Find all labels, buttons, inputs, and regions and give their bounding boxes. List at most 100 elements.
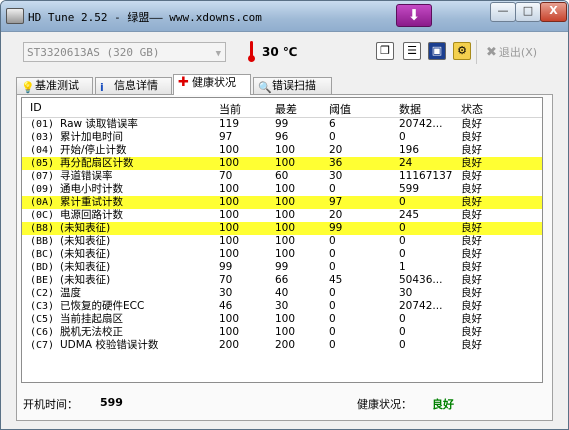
cell-data: 1 [399, 261, 406, 273]
cell-current: 100 [219, 196, 240, 208]
table-row[interactable]: (01) Raw 读取错误率 119 99 6 20742... 良好 [22, 118, 542, 131]
cell-current: 100 [219, 222, 240, 234]
down-arrow-icon: ⬇ [407, 6, 421, 24]
cell-name: 开始/停止计数 [60, 144, 127, 156]
table-row[interactable]: (C3) 已恢复的硬件ECC 46 30 0 20742... 良好 [22, 300, 542, 313]
cell-name: (未知表征) [60, 222, 111, 234]
minimize-button[interactable]: — [490, 2, 516, 22]
thermometer-icon [248, 41, 255, 63]
table-row[interactable]: (BE) (未知表征) 70 66 45 50436... 良好 [22, 274, 542, 287]
toolbar: ST3320613AS (320 GB) ▼ 30 ℃ ❐ ☰ ▣ ⚙ ✖ 退出(… [1, 32, 568, 72]
exit-button[interactable]: ✖ 退出(X) [486, 44, 537, 60]
cell-current: 100 [219, 209, 240, 221]
tab-error-scan[interactable]: 🔍 错误扫描 [253, 77, 332, 94]
title-bar[interactable]: HD Tune 2.52 - 绿盟—— www.xdowns.com ⬇ — □… [1, 1, 568, 32]
tab-label: 基准测试 [35, 79, 79, 92]
tab-label: 信息详情 [114, 79, 158, 92]
cell-worst: 99 [275, 118, 289, 130]
column-header-threshold[interactable]: 阈值 [329, 101, 351, 117]
cell-threshold: 0 [329, 248, 336, 260]
cell-threshold: 0 [329, 131, 336, 143]
table-row[interactable]: (C2) 温度 30 40 0 30 良好 [22, 287, 542, 300]
table-row[interactable]: (0A) 累计重试计数 100 100 97 0 良好 [22, 196, 542, 209]
cell-data: 245 [399, 209, 420, 221]
tab-benchmark[interactable]: 💡 基准测试 [16, 77, 93, 94]
column-header-worst[interactable]: 最差 [275, 101, 297, 117]
cell-threshold: 0 [329, 300, 336, 312]
table-row[interactable]: (09) 通电小时计数 100 100 0 599 良好 [22, 183, 542, 196]
cell-id: (07) [30, 171, 55, 182]
cell-status: 良好 [461, 196, 482, 208]
cell-worst: 100 [275, 157, 296, 169]
window-title: HD Tune 2.52 - 绿盟—— www.xdowns.com [28, 11, 262, 24]
cell-id: (BD) [30, 262, 55, 273]
close-button[interactable]: X [540, 2, 567, 22]
table-row[interactable]: (C6) 脱机无法校正 100 100 0 0 良好 [22, 326, 542, 339]
cell-data: 20742... [399, 300, 443, 312]
cell-data: 11167137 [399, 170, 453, 182]
cell-worst: 96 [275, 131, 289, 143]
copy-icon[interactable]: ❐ [376, 42, 394, 60]
column-header-id[interactable]: ID [30, 101, 42, 114]
table-row[interactable]: (BB) (未知表征) 100 100 0 0 良好 [22, 235, 542, 248]
cell-status: 良好 [461, 261, 482, 273]
save-icon[interactable]: ▣ [428, 42, 446, 60]
cell-id: (01) [30, 119, 55, 130]
cell-worst: 40 [275, 287, 289, 299]
cell-worst: 66 [275, 274, 289, 286]
cell-name: (未知表征) [60, 261, 111, 273]
table-row[interactable]: (0C) 电源回路计数 100 100 20 245 良好 [22, 209, 542, 222]
app-window: HD Tune 2.52 - 绿盟—— www.xdowns.com ⬇ — □… [0, 0, 569, 430]
table-row[interactable]: (BC) (未知表征) 100 100 0 0 良好 [22, 248, 542, 261]
cell-status: 良好 [461, 287, 482, 299]
cell-status: 良好 [461, 339, 482, 351]
table-row[interactable]: (07) 寻道错误率 70 60 30 11167137 良好 [22, 170, 542, 183]
tab-info[interactable]: i 信息详情 [95, 77, 172, 94]
tab-health[interactable]: ✚ 健康状况 [173, 74, 251, 95]
cell-name: 再分配扇区计数 [60, 157, 134, 169]
smart-table[interactable]: ID 当前 最差 阈值 数据 状态 (01) Raw 读取错误率 119 99 6 207… [21, 97, 543, 383]
options-icon[interactable]: ⚙ [453, 42, 471, 60]
drive-select[interactable]: ST3320613AS (320 GB) ▼ [23, 42, 226, 62]
cell-current: 100 [219, 248, 240, 260]
cell-status: 良好 [461, 222, 482, 234]
cell-current: 97 [219, 131, 233, 143]
cell-data: 0 [399, 131, 406, 143]
table-row[interactable]: (B8) (未知表征) 100 100 99 0 良好 [22, 222, 542, 235]
table-row[interactable]: (03) 累计加电时间 97 96 0 0 良好 [22, 131, 542, 144]
cell-data: 196 [399, 144, 420, 156]
minimize-to-tray-button[interactable]: ⬇ [396, 4, 432, 27]
maximize-button[interactable]: □ [515, 2, 541, 22]
health-value: 良好 [432, 398, 454, 411]
cell-threshold: 0 [329, 261, 336, 273]
cell-status: 良好 [461, 300, 482, 312]
cell-id: (03) [30, 132, 55, 143]
cell-id: (BB) [30, 236, 55, 247]
cell-worst: 100 [275, 144, 296, 156]
table-row[interactable]: (C5) 当前挂起扇区 100 100 0 0 良好 [22, 313, 542, 326]
table-header: ID 当前 最差 阈值 数据 状态 [22, 98, 542, 118]
cell-id: (05) [30, 158, 55, 169]
column-header-data[interactable]: 数据 [399, 101, 421, 117]
cell-worst: 100 [275, 235, 296, 247]
cell-worst: 100 [275, 248, 296, 260]
cell-name: Raw 读取错误率 [60, 118, 138, 130]
column-header-current[interactable]: 当前 [219, 101, 241, 117]
table-row[interactable]: (C7) UDMA 校验错误计数 200 200 0 0 良好 [22, 339, 542, 352]
cell-current: 100 [219, 235, 240, 247]
chevron-down-icon[interactable]: ▼ [216, 44, 221, 64]
table-row[interactable]: (05) 再分配扇区计数 100 100 36 24 良好 [22, 157, 542, 170]
cell-name: 脱机无法校正 [60, 326, 123, 338]
cell-name: UDMA 校验错误计数 [60, 339, 159, 351]
table-row[interactable]: (04) 开始/停止计数 100 100 20 196 良好 [22, 144, 542, 157]
tab-label: 健康状况 [192, 76, 236, 89]
cell-id: (C3) [30, 301, 55, 312]
cell-worst: 100 [275, 196, 296, 208]
cell-current: 100 [219, 326, 240, 338]
column-header-status[interactable]: 状态 [461, 101, 483, 117]
table-row[interactable]: (BD) (未知表征) 99 99 0 1 良好 [22, 261, 542, 274]
save-text-icon[interactable]: ☰ [403, 42, 421, 60]
cell-id: (C5) [30, 314, 55, 325]
cell-current: 70 [219, 170, 233, 182]
cell-current: 100 [219, 183, 240, 195]
